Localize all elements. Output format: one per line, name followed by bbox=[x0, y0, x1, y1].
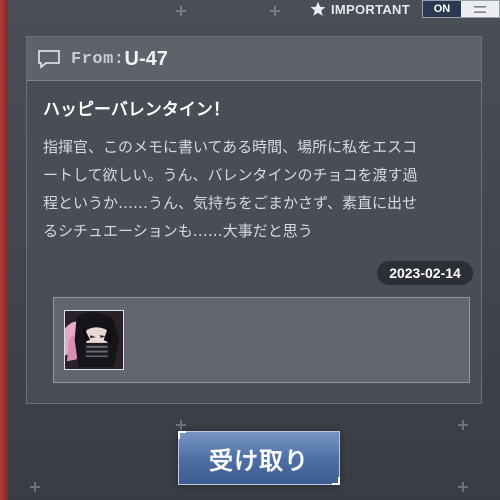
important-filter: IMPORTANT ON bbox=[300, 0, 500, 18]
memo-body-line: 程というか……うん、気持ちをごまかさず、素直に出せ bbox=[43, 194, 417, 212]
date-badge: 2023-02-14 bbox=[377, 261, 473, 285]
side-strip bbox=[0, 0, 8, 500]
memo-body-line: るシチュエーションも……大事だと思う bbox=[43, 222, 313, 240]
background-cross bbox=[458, 482, 468, 492]
memo-panel: From: U-47 ハッピーバレンタイン！ 指揮官、このメモに書いてある時間、… bbox=[26, 36, 482, 404]
header-divider bbox=[27, 80, 481, 81]
from-prefix: From: bbox=[71, 49, 125, 69]
memo-body-line: ートして欲しい。うん、バレンタインのチョコを渡す過 bbox=[43, 166, 418, 184]
background-cross bbox=[176, 420, 186, 430]
background-cross bbox=[270, 6, 280, 16]
star-icon bbox=[310, 1, 326, 16]
memo-title: ハッピーバレンタイン！ bbox=[43, 100, 230, 120]
background-cross bbox=[176, 6, 186, 16]
toggle-off-option[interactable] bbox=[461, 1, 499, 17]
memo-body-line: 指揮官、このメモに書いてある時間、場所に私をエスコ bbox=[43, 138, 418, 156]
sender-name: U-47 bbox=[124, 47, 168, 70]
character-avatar[interactable] bbox=[64, 310, 124, 370]
memo-header: From: U-47 bbox=[27, 37, 481, 81]
background-cross bbox=[30, 482, 40, 492]
important-label: IMPORTANT bbox=[330, 1, 410, 17]
memo-body: 指揮官、このメモに書いてある時間、場所に私をエスコ ートして欲しい。うん、バレン… bbox=[43, 133, 469, 245]
menu-lines-icon bbox=[474, 5, 486, 13]
attachment-box bbox=[53, 297, 470, 383]
chat-icon bbox=[38, 50, 60, 69]
toggle-on-option[interactable]: ON bbox=[423, 1, 461, 17]
character-portrait-icon bbox=[65, 311, 123, 369]
background-cross bbox=[458, 420, 468, 430]
receive-button[interactable]: 受け取り bbox=[178, 431, 340, 485]
important-toggle[interactable]: ON bbox=[422, 0, 500, 18]
